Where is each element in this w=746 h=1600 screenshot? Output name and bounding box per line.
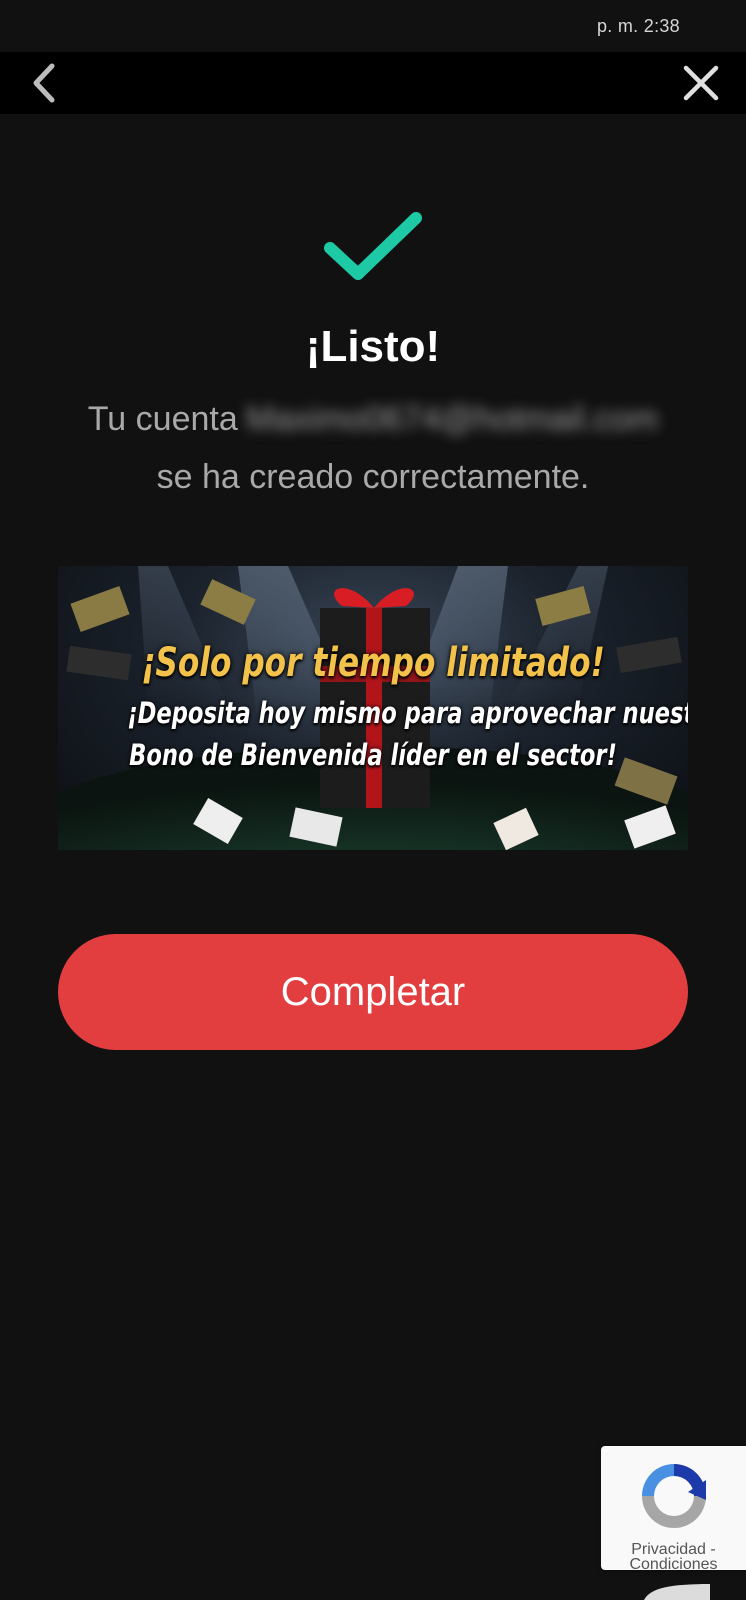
recaptcha-privacy-link[interactable]: Privacidad - [601, 1542, 746, 1558]
account-message-line1: Tu cuenta Maximo0674@hotmail.com [0, 398, 746, 439]
status-bar: p. m. 2:38 [0, 0, 746, 52]
back-button[interactable] [22, 60, 68, 106]
success-title: ¡Listo! [305, 322, 441, 371]
complete-button[interactable]: Completar [58, 934, 688, 1050]
account-message-line2: se ha creado correctamente. [156, 458, 590, 496]
recaptcha-badge[interactable]: Privacidad - Condiciones [601, 1446, 746, 1570]
close-icon [683, 65, 719, 101]
partial-corner-icon [644, 1584, 710, 1600]
recaptcha-icon [642, 1464, 706, 1528]
chevron-left-icon [33, 63, 55, 103]
promo-headline: ¡Solo por tiempo limitado! [141, 640, 605, 686]
promo-line-1: ¡Deposita hoy mismo para aprovechar nues… [127, 696, 688, 730]
status-time: p. m. 2:38 [596, 16, 680, 36]
recaptcha-links: Privacidad - Condiciones [601, 1542, 746, 1571]
close-button[interactable] [678, 60, 724, 106]
promo-banner[interactable]: ¡Solo por tiempo limitado! ¡Deposita hoy… [58, 566, 688, 850]
recaptcha-terms-link[interactable]: Condiciones [601, 1557, 746, 1571]
promo-line-2: Bono de Bienvenida líder en el sector! [129, 738, 617, 772]
nav-bar [0, 52, 746, 114]
account-message-prefix: Tu cuenta [87, 399, 238, 438]
account-email-blurred: Maximo0674@hotmail.com [245, 399, 659, 438]
checkmark-icon [324, 212, 422, 280]
